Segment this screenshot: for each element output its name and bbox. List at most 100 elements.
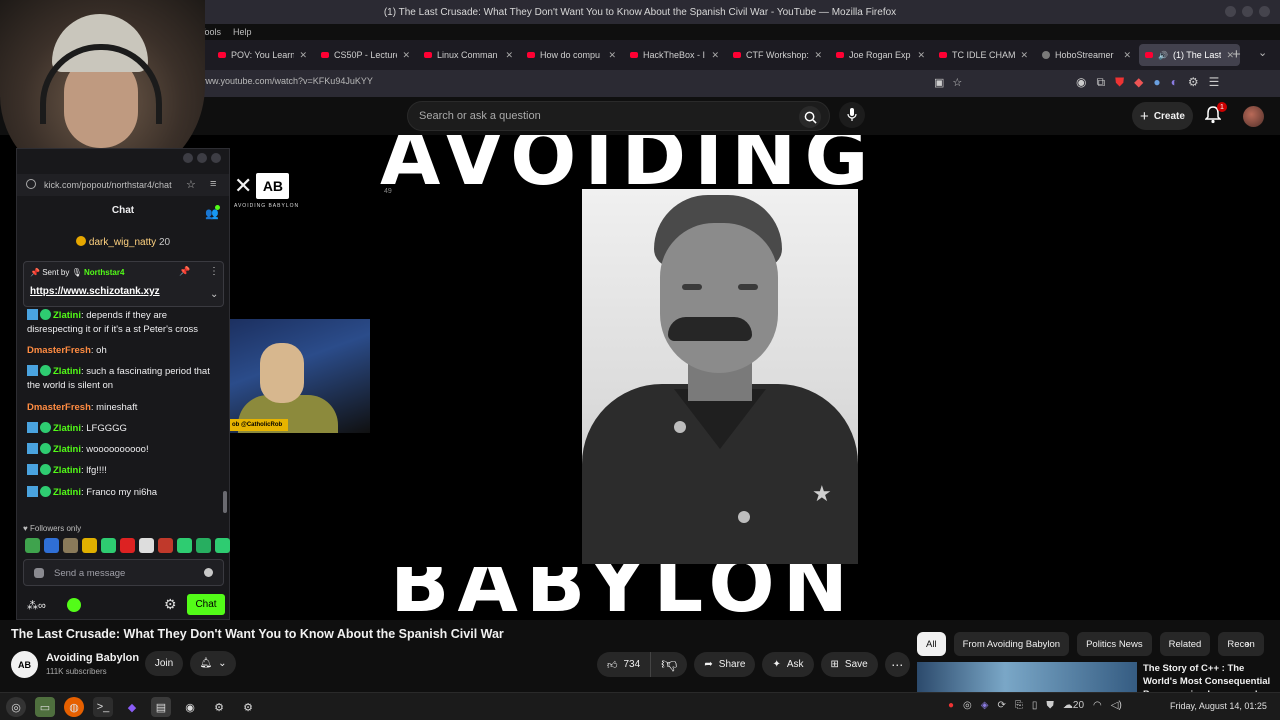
extension-icon[interactable]: ◐ — [1171, 75, 1178, 90]
speaker-icon[interactable]: 🔊 — [1158, 51, 1168, 60]
notes-icon[interactable]: ▤ — [151, 697, 171, 717]
ublock-icon[interactable]: ◆ — [1134, 75, 1143, 90]
url-bar[interactable]: www.youtube.com/watch?v=KFKu94JuKYY — [199, 76, 373, 86]
chat-username[interactable]: Zlatini — [53, 444, 81, 455]
chat-scrollbar[interactable] — [223, 491, 227, 513]
settings-icon[interactable]: ⚙ — [238, 697, 258, 717]
chevron-right-icon[interactable]: › — [1246, 637, 1250, 651]
channel-name[interactable]: Avoiding Babylon — [46, 652, 139, 664]
chip-politics-news[interactable]: Politics News — [1077, 632, 1152, 656]
recommended-video-thumbnail[interactable] — [917, 662, 1137, 692]
emote-icon[interactable] — [215, 538, 230, 553]
chat-username[interactable]: Zlatini — [53, 423, 81, 434]
menu-help[interactable]: Help — [233, 27, 252, 37]
emote-icon[interactable] — [44, 538, 59, 553]
app-menu-icon[interactable]: ☰ — [1209, 75, 1220, 90]
close-tab-icon[interactable]: ✕ — [1123, 50, 1131, 61]
minimize-button[interactable] — [1225, 6, 1236, 17]
chip-related[interactable]: Related — [1159, 632, 1211, 656]
dislike-button[interactable]: 👎︎ — [651, 652, 687, 677]
browser-tab[interactable]: Joe Rogan Exp ✕ — [830, 44, 931, 66]
emote-icon[interactable] — [196, 538, 211, 553]
send-message-input[interactable]: Send a message — [54, 568, 125, 579]
file-manager-icon[interactable]: ▭ — [35, 697, 55, 717]
chat-settings-icon[interactable]: ⚙ — [164, 596, 177, 613]
recommended-video-title[interactable]: The Story of C++ : The World's Most Cons… — [1143, 662, 1273, 692]
close-tab-icon[interactable]: ✕ — [608, 50, 616, 61]
chip-from-channel[interactable]: From Avoiding Babylon — [953, 632, 1070, 656]
gift-leaderboard[interactable]: dark_wig_natty 20 — [17, 236, 229, 248]
browser-tab-active[interactable]: 🔊 (1) The Last ✕ — [1139, 44, 1240, 66]
maximize-button[interactable] — [197, 153, 207, 163]
close-tab-icon[interactable]: ✕ — [814, 50, 822, 61]
network-icon[interactable]: ◠ — [1093, 700, 1102, 711]
chat-message-list[interactable]: Zlatini: depends if they are disrespecti… — [17, 309, 229, 519]
bookmark-star-icon[interactable]: ☆ — [952, 76, 962, 89]
join-button[interactable]: Join — [145, 651, 183, 676]
obs-icon[interactable]: ◉ — [180, 697, 200, 717]
maximize-button[interactable] — [1242, 6, 1253, 17]
popout-url-bar[interactable]: kick.com/popout/northstar4/chat ☆ ≡ — [17, 174, 229, 196]
browser-tab[interactable]: Linux Comman ✕ — [418, 44, 519, 66]
user-avatar[interactable] — [1243, 106, 1264, 127]
account-icon[interactable]: ◉ — [1076, 75, 1086, 90]
browser-tab[interactable]: POV: You Learn ✕ — [212, 44, 313, 66]
popout-url[interactable]: kick.com/popout/northstar4/chat — [44, 180, 184, 190]
more-actions-icon[interactable]: ⋯ — [884, 652, 910, 677]
chat-username[interactable]: Zlatini — [53, 310, 81, 321]
new-tab-icon[interactable]: + — [1232, 46, 1241, 63]
close-tab-icon[interactable]: ✕ — [917, 50, 925, 61]
channel-avatar[interactable]: AB — [11, 651, 38, 678]
browser-tab[interactable]: CS50P - Lecture ✕ — [315, 44, 416, 66]
pin-icon[interactable]: 📌 — [179, 266, 190, 277]
close-button[interactable] — [211, 153, 221, 163]
search-input[interactable]: Search or ask a question — [419, 110, 541, 122]
bookmark-star-icon[interactable]: ☆ — [186, 178, 196, 191]
sync-icon[interactable]: ⟳ — [997, 700, 1005, 711]
emote-icon[interactable] — [63, 538, 78, 553]
popout-menu-icon[interactable]: ≡ — [210, 178, 216, 190]
list-tabs-icon[interactable]: ⌄ — [1258, 46, 1267, 59]
close-tab-icon[interactable]: ✕ — [299, 50, 307, 61]
close-tab-icon[interactable]: ✕ — [1020, 50, 1028, 61]
chat-username[interactable]: Zlatini — [53, 487, 81, 498]
extension-icon[interactable]: ● — [1153, 75, 1160, 90]
taskbar-clock[interactable]: Friday, August 14, 01:25 — [1170, 701, 1267, 711]
chat-username[interactable]: DmasterFresh — [27, 402, 91, 413]
start-menu-icon[interactable]: ◎ — [6, 697, 26, 717]
close-tab-icon[interactable]: ✕ — [711, 50, 719, 61]
emote-icon[interactable] — [177, 538, 192, 553]
chat-username[interactable]: Zlatini — [53, 465, 81, 476]
adblock-icon[interactable]: ⛊ — [1115, 75, 1124, 90]
pinned-link[interactable]: https://www.schizotank.xyz — [30, 286, 160, 297]
chip-recent[interactable]: Recen — [1218, 632, 1264, 656]
chat-emotes-icon[interactable]: ⁂∞ — [27, 599, 46, 612]
more-options-icon[interactable]: ⋮ — [209, 266, 219, 277]
obsidian-icon[interactable]: ◆ — [122, 697, 142, 717]
close-button[interactable] — [1259, 6, 1270, 17]
emote-icon[interactable] — [139, 538, 154, 553]
site-info-icon[interactable] — [26, 179, 36, 189]
security-icon[interactable]: ⛊ — [1046, 700, 1054, 711]
steam-icon[interactable]: ◎ — [963, 700, 972, 711]
volume-icon[interactable]: ◁) — [1111, 700, 1122, 711]
close-tab-icon[interactable]: ✕ — [505, 50, 513, 61]
save-button[interactable]: ⊞ Save — [820, 652, 878, 677]
browser-tab[interactable]: CTF Workshop: ✕ — [727, 44, 828, 66]
battery-icon[interactable]: ▯ — [1032, 700, 1038, 711]
emoji-icon[interactable] — [204, 568, 213, 577]
kick-icon[interactable] — [67, 598, 81, 612]
emote-icon[interactable] — [25, 538, 40, 553]
minimize-button[interactable] — [183, 153, 193, 163]
microphone-icon[interactable] — [839, 102, 865, 128]
chip-all[interactable]: All — [917, 632, 946, 656]
terminal-icon[interactable]: >_ — [93, 697, 113, 717]
clipboard-icon[interactable]: ⎘ — [1015, 700, 1023, 711]
settings-icon[interactable]: ⚙ — [1188, 75, 1199, 90]
emote-icon[interactable] — [120, 538, 135, 553]
firefox-icon[interactable]: ◍ — [64, 697, 84, 717]
pinned-sender-name[interactable]: Northstar4 — [84, 268, 124, 277]
create-button[interactable]: + Create — [1132, 102, 1193, 130]
settings-icon[interactable]: ⚙ — [209, 697, 229, 717]
ask-button[interactable]: ✦ Ask — [762, 652, 814, 677]
